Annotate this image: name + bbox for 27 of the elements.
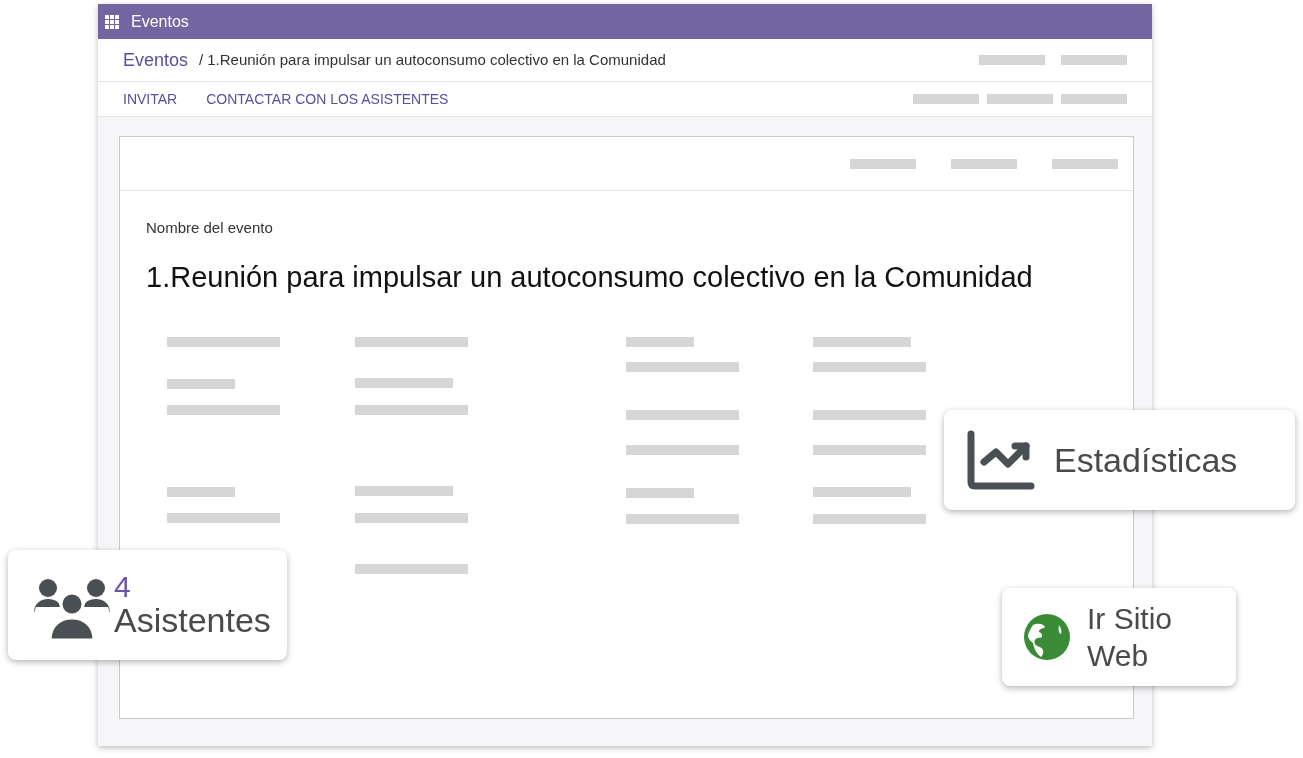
placeholder-bar [626,337,694,347]
placeholder-bar [1061,55,1127,65]
smart-button[interactable]: Ir Sitio Web [1002,588,1236,686]
globe-icon [1023,613,1071,661]
placeholder-bar [979,55,1045,65]
field-label: Nombre del evento [146,218,274,238]
smart-button[interactable]: Estadísticas [944,410,1295,510]
placeholder-bar [850,158,916,169]
event-title: 1.Reunión para impulsar un autoconsumo colectivo en la Comunidad [146,259,1034,295]
placeholder-bar [987,94,1053,104]
app-title: Eventos [131,11,189,32]
placeholder-bar [626,488,694,498]
placeholder-bar [913,94,979,104]
chart-icon [967,430,1035,490]
people-icon [34,578,110,640]
breadcrumb-separator: / [199,49,204,70]
smart-button[interactable]: 4 Asistentes [8,550,287,660]
placeholder-bar [167,487,235,497]
placeholder-bar [1052,158,1118,169]
action-link[interactable]: INVITAR [123,88,178,110]
placeholder-bar [167,379,235,389]
breadcrumb-current: 1.Reunión para impulsar un autoconsumo colectivo en la Comunidad [207,49,666,70]
action-link[interactable]: CONTACTAR CON LOS ASISTENTES [206,88,449,110]
placeholder-bar [1061,94,1127,104]
breadcrumb-link[interactable]: Eventos [123,46,189,74]
placeholder-bar [951,158,1017,169]
apps-menu-icon[interactable] [105,14,119,29]
